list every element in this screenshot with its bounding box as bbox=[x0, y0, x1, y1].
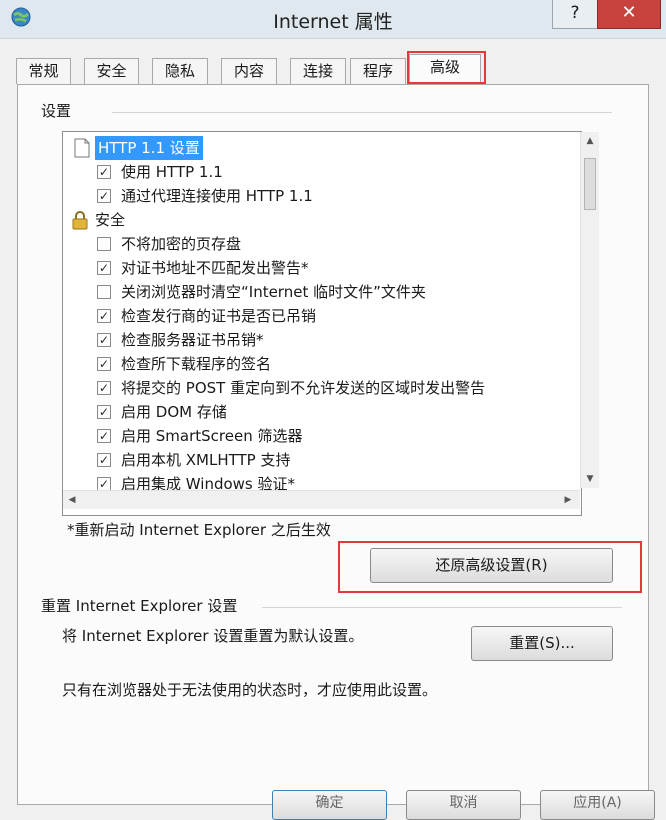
apply-button[interactable]: 应用(A) bbox=[540, 790, 655, 820]
vertical-scrollbar[interactable]: ▲ ▼ bbox=[580, 132, 599, 488]
advanced-settings-list[interactable]: HTTP 1.1 设置 ✓ 使用 HTTP 1.1 ✓ 通过代理连接使用 HTT… bbox=[62, 131, 582, 516]
tab-connections[interactable]: 连接 bbox=[290, 58, 346, 84]
checkbox-checked[interactable]: ✓ bbox=[97, 405, 111, 419]
reset-description: 将 Internet Explorer 设置重置为默认设置。 bbox=[62, 627, 364, 645]
list-item-label: 将提交的 POST 重定向到不允许发送的区域时发出警告 bbox=[121, 379, 486, 397]
list-item-label: 对证书地址不匹配发出警告* bbox=[121, 259, 309, 277]
horizontal-scrollbar[interactable]: ◀ ▶ bbox=[63, 490, 580, 509]
list-item-label: 安全 bbox=[95, 211, 126, 229]
settings-section-divider bbox=[112, 112, 612, 113]
restore-button-highlight-box bbox=[338, 541, 642, 593]
scroll-down-arrow-icon[interactable]: ▼ bbox=[581, 470, 599, 488]
checkbox-checked[interactable]: ✓ bbox=[97, 429, 111, 443]
cancel-button[interactable]: 取消 bbox=[406, 790, 521, 820]
checkbox-checked[interactable]: ✓ bbox=[97, 261, 111, 275]
list-item-label: 关闭浏览器时清空“Internet 临时文件”文件夹 bbox=[121, 283, 426, 301]
list-item-label: 检查发行商的证书是否已吊销 bbox=[121, 307, 317, 325]
list-item-label: 检查服务器证书吊销* bbox=[121, 331, 264, 349]
restart-note: *重新启动 Internet Explorer 之后生效 bbox=[67, 521, 331, 539]
checkbox-unchecked[interactable] bbox=[97, 237, 111, 251]
checkbox-unchecked[interactable] bbox=[97, 285, 111, 299]
scroll-up-arrow-icon[interactable]: ▲ bbox=[581, 132, 599, 150]
tab-content[interactable]: 内容 bbox=[221, 58, 277, 84]
checkbox-checked[interactable]: ✓ bbox=[97, 357, 111, 371]
list-item-label: 不将加密的页存盘 bbox=[121, 235, 242, 253]
tab-security[interactable]: 安全 bbox=[84, 58, 139, 84]
list-item-label: 启用 DOM 存储 bbox=[121, 403, 227, 421]
reset-section-label: 重置 Internet Explorer 设置 bbox=[41, 597, 238, 615]
reset-section-divider bbox=[262, 607, 622, 608]
scroll-left-arrow-icon[interactable]: ◀ bbox=[63, 491, 81, 509]
reset-warning-text: 只有在浏览器处于无法使用的状态时，才应使用此设置。 bbox=[62, 681, 438, 699]
help-button[interactable]: ? bbox=[552, 0, 598, 29]
lock-icon bbox=[72, 211, 88, 230]
checkbox-checked[interactable]: ✓ bbox=[97, 477, 111, 491]
close-button[interactable]: ✕ bbox=[597, 0, 661, 29]
checkbox-checked[interactable]: ✓ bbox=[97, 381, 111, 395]
advanced-tab-highlight-box bbox=[407, 51, 486, 84]
checkbox-checked[interactable]: ✓ bbox=[97, 453, 111, 467]
list-item-label: 检查所下载程序的签名 bbox=[121, 355, 272, 373]
reset-button[interactable]: 重置(S)... bbox=[471, 626, 613, 661]
checkbox-checked[interactable]: ✓ bbox=[97, 309, 111, 323]
vertical-scroll-thumb[interactable] bbox=[584, 158, 596, 210]
checkbox-checked[interactable]: ✓ bbox=[97, 189, 111, 203]
list-item-label: 通过代理连接使用 HTTP 1.1 bbox=[121, 187, 313, 205]
list-item-label: 使用 HTTP 1.1 bbox=[121, 163, 223, 181]
settings-section-label: 设置 bbox=[41, 102, 72, 120]
scroll-right-arrow-icon[interactable]: ▶ bbox=[559, 491, 577, 509]
tab-general[interactable]: 常规 bbox=[16, 58, 71, 84]
page-icon bbox=[74, 138, 90, 158]
title-bar: Internet 属性 ? ✕ bbox=[0, 0, 666, 39]
checkbox-checked[interactable]: ✓ bbox=[97, 333, 111, 347]
list-item-label: 启用 SmartScreen 筛选器 bbox=[121, 427, 303, 445]
list-item-label: 启用本机 XMLHTTP 支持 bbox=[121, 451, 291, 469]
ok-button[interactable]: 确定 bbox=[272, 790, 387, 820]
tab-programs[interactable]: 程序 bbox=[350, 58, 406, 84]
checkbox-checked[interactable]: ✓ bbox=[97, 165, 111, 179]
tab-privacy[interactable]: 隐私 bbox=[152, 58, 208, 84]
list-item-label: HTTP 1.1 设置 bbox=[95, 136, 203, 160]
